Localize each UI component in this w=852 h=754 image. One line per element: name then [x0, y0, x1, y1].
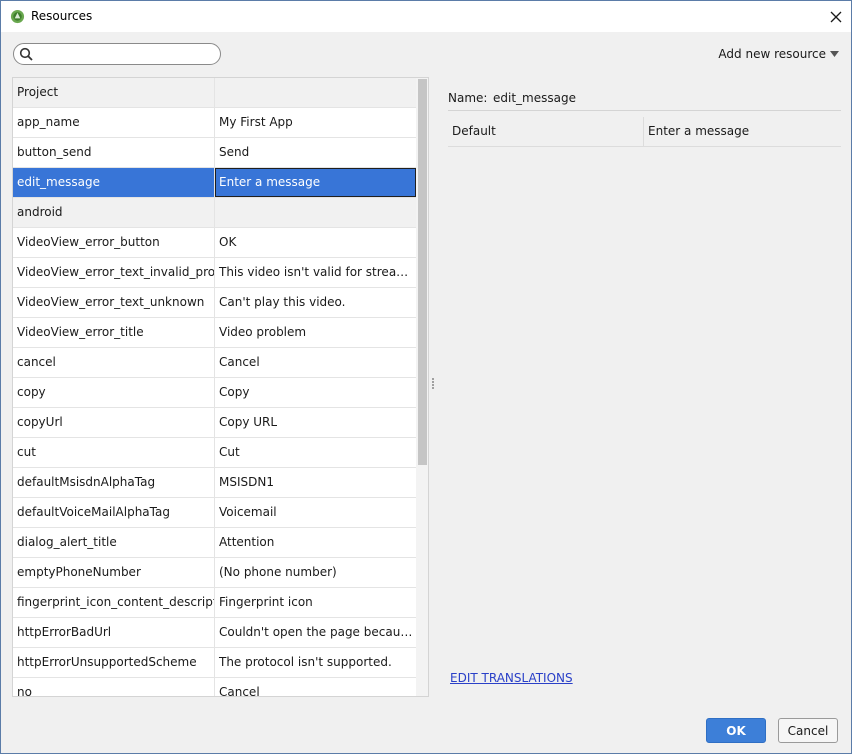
splitter-grip-icon: [431, 377, 435, 393]
resource-row[interactable]: fingerprint_icon_content_description Fing…: [13, 588, 416, 618]
resource-row[interactable]: copy Copy: [13, 378, 416, 408]
vertical-scrollbar[interactable]: [416, 78, 428, 696]
resource-value[interactable]: Cut: [215, 438, 416, 467]
resource-value[interactable]: Send: [215, 138, 416, 167]
android-studio-icon: [10, 9, 25, 24]
search-input[interactable]: [36, 45, 216, 63]
toolbar: Add new resource: [1, 32, 851, 77]
group-label: android: [13, 198, 215, 227]
resource-group-header: android: [13, 198, 416, 228]
edit-translations-link[interactable]: EDIT TRANSLATIONS: [450, 671, 573, 685]
add-new-resource-label: Add new resource: [718, 47, 826, 61]
resources-dialog: Resources Add new resource Project app_na…: [0, 0, 852, 754]
group-label: Project: [13, 78, 215, 107]
resource-key: VideoView_error_text_unknown: [13, 288, 215, 317]
resource-key: VideoView_error_button: [13, 228, 215, 257]
search-icon: [19, 47, 33, 61]
resource-key: VideoView_error_text_invalid_progress: [13, 258, 215, 287]
resource-key: no: [13, 678, 215, 696]
resource-value[interactable]: (No phone number): [215, 558, 416, 587]
translation-row[interactable]: Default Enter a message: [448, 117, 841, 147]
resource-row[interactable]: copyUrl Copy URL: [13, 408, 416, 438]
pane-splitter[interactable]: [429, 77, 437, 697]
resource-row[interactable]: cancel Cancel: [13, 348, 416, 378]
resource-value[interactable]: Cancel: [215, 348, 416, 377]
resource-value[interactable]: Couldn't open the page because the URL i…: [215, 618, 416, 647]
resource-table: Project app_name My First App button_send Se…: [13, 78, 416, 696]
resource-value[interactable]: Can't play this video.: [215, 288, 416, 317]
resource-row[interactable]: VideoView_error_text_invalid_progressThi…: [13, 258, 416, 288]
window-title: Resources: [31, 9, 93, 23]
cancel-button[interactable]: Cancel: [778, 718, 838, 743]
resource-row[interactable]: emptyPhoneNumber (No phone number): [13, 558, 416, 588]
resource-value[interactable]: My First App: [215, 108, 416, 137]
resource-value[interactable]: Voicemail: [215, 498, 416, 527]
title-bar: Resources: [1, 1, 851, 32]
resource-row[interactable]: no Cancel: [13, 678, 416, 696]
resource-row[interactable]: cut Cut: [13, 438, 416, 468]
resource-detail-pane: Name: edit_message Default Enter a messa…: [438, 77, 851, 697]
name-value: edit_message: [493, 91, 576, 105]
resource-key: defaultMsisdnAlphaTag: [13, 468, 215, 497]
close-icon: [830, 11, 842, 22]
resource-key: dialog_alert_title: [13, 528, 215, 557]
resource-key: copy: [13, 378, 215, 407]
resource-key: defaultVoiceMailAlphaTag: [13, 498, 215, 527]
resource-value[interactable]: Copy URL: [215, 408, 416, 437]
caret-down-icon: [830, 51, 839, 57]
resource-key: app_name: [13, 108, 215, 137]
resource-value: [215, 198, 416, 227]
resource-value[interactable]: Cancel: [215, 678, 416, 696]
resource-value[interactable]: Video problem: [215, 318, 416, 347]
resource-key: VideoView_error_title: [13, 318, 215, 347]
search-box[interactable]: [13, 43, 221, 65]
resource-key: emptyPhoneNumber: [13, 558, 215, 587]
resource-value: [215, 78, 416, 107]
resource-key: button_send: [13, 138, 215, 167]
resource-row[interactable]: httpErrorBadUrl Couldn't open the page be…: [13, 618, 416, 648]
resource-key: fingerprint_icon_content_description: [13, 588, 215, 617]
scrollbar-thumb[interactable]: [418, 79, 427, 465]
resource-row[interactable]: edit_message Enter a message: [13, 168, 416, 198]
resource-row[interactable]: defaultMsisdnAlphaTag MSISDN1: [13, 468, 416, 498]
ok-button[interactable]: OK: [706, 718, 766, 743]
close-button[interactable]: [821, 1, 851, 32]
resource-key: edit_message: [13, 168, 215, 197]
resource-list-pane: Project app_name My First App button_send Se…: [12, 77, 429, 697]
resource-value[interactable]: This video isn't valid for streaming to …: [215, 258, 416, 287]
resource-value[interactable]: Enter a message: [215, 168, 416, 197]
dialog-footer: OK Cancel: [1, 697, 851, 753]
resource-value[interactable]: OK: [215, 228, 416, 257]
add-new-resource-dropdown[interactable]: Add new resource: [718, 47, 839, 61]
name-label: Name:: [448, 91, 488, 105]
resource-row[interactable]: VideoView_error_title Video problem: [13, 318, 416, 348]
divider: [448, 110, 841, 111]
resource-row[interactable]: button_send Send: [13, 138, 416, 168]
resource-row[interactable]: VideoView_error_text_unknown Can't play t…: [13, 288, 416, 318]
resource-key: cancel: [13, 348, 215, 377]
resource-value[interactable]: MSISDN1: [215, 468, 416, 497]
resource-row[interactable]: dialog_alert_title Attention: [13, 528, 416, 558]
resource-key: httpErrorBadUrl: [13, 618, 215, 647]
translation-value[interactable]: Enter a message: [644, 117, 840, 146]
resource-row[interactable]: app_name My First App: [13, 108, 416, 138]
resource-value[interactable]: The protocol isn't supported.: [215, 648, 416, 677]
resource-key: httpErrorUnsupportedScheme: [13, 648, 215, 677]
resource-row[interactable]: defaultVoiceMailAlphaTag Voicemail: [13, 498, 416, 528]
resource-value[interactable]: Attention: [215, 528, 416, 557]
resource-row[interactable]: VideoView_error_button OK: [13, 228, 416, 258]
resource-value[interactable]: Copy: [215, 378, 416, 407]
resource-row[interactable]: httpErrorUnsupportedScheme The protocol i…: [13, 648, 416, 678]
translation-locale: Default: [448, 117, 644, 146]
resource-group-header: Project: [13, 78, 416, 108]
resource-value[interactable]: Fingerprint icon: [215, 588, 416, 617]
resource-key: cut: [13, 438, 215, 467]
resource-key: copyUrl: [13, 408, 215, 437]
